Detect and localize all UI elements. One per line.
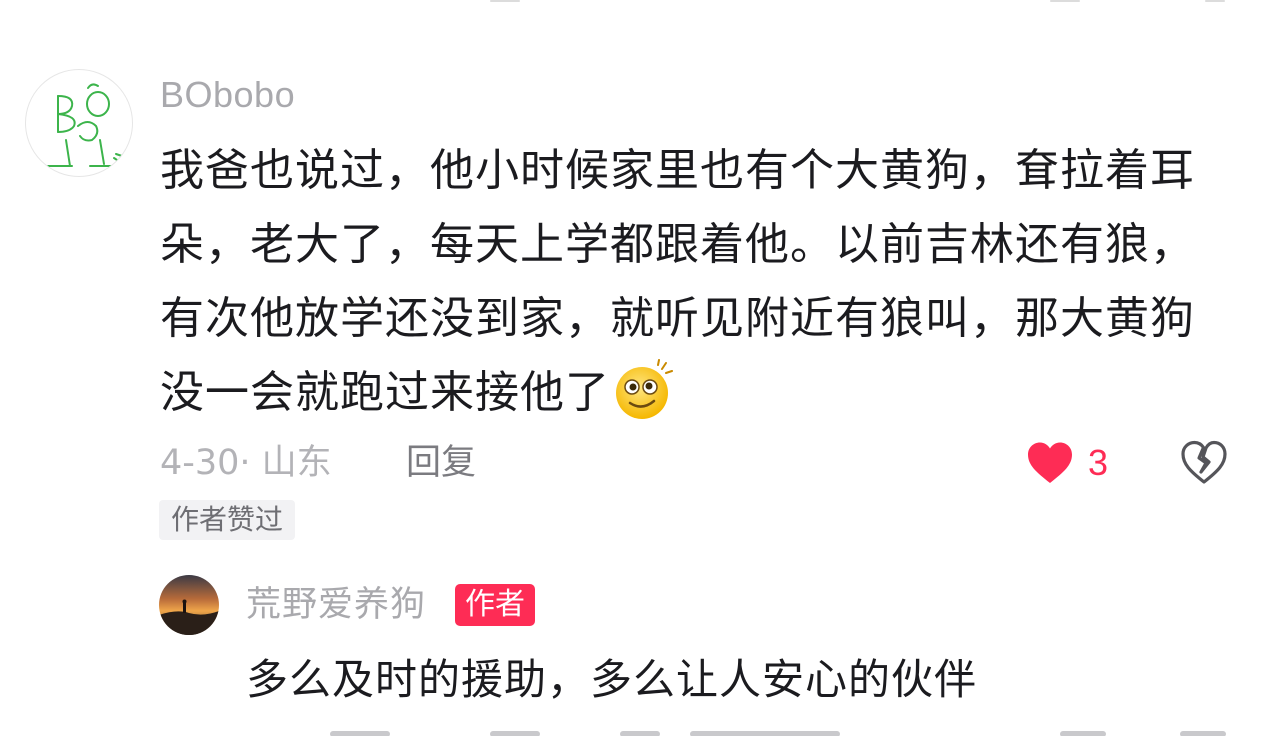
avatar-drawing [47, 83, 123, 167]
reply-text: 多么及时的援助，多么让人安心的伙伴 [246, 655, 978, 704]
reply-avatar[interactable] [159, 575, 219, 635]
next-row-cut-off [0, 728, 1280, 736]
comment-meta-row: 4-30· 山东 回复 3 [160, 440, 1240, 486]
comment-text: 我爸也说过，他小时候家里也有个大黄狗，耷拉着耳朵，老大了，每天上学都跟着他。以前… [160, 134, 1200, 444]
reply-item: 荒野爱养狗 作者 多么及时的援助，多么让人安心的伙伴 [0, 560, 1280, 736]
comment-username[interactable]: BObobo [160, 74, 295, 116]
avatar[interactable] [25, 69, 133, 177]
heart-icon [1028, 442, 1072, 483]
author-badge: 作者 [455, 584, 535, 626]
dislike-button[interactable] [1180, 440, 1228, 490]
comment-date-location: 4-30· 山东 [160, 443, 332, 483]
reply-username[interactable]: 荒野爱养狗 [246, 582, 426, 628]
reply-button[interactable]: 回复 [406, 440, 476, 486]
comment-text-content: 我爸也说过，他小时候家里也有个大黄狗，耷拉着耳朵，老大了，每天上学都跟着他。以前… [160, 145, 1195, 418]
like-count: 3 [1088, 442, 1109, 483]
comment-item: BObobo 我爸也说过，他小时候家里也有个大黄狗，耷拉着耳朵，老大了，每天上学… [0, 0, 1280, 560]
sunset-photo [159, 575, 219, 635]
author-liked-badge: 作者赞过 [159, 500, 296, 540]
woozy-face-emoji [612, 359, 674, 444]
like-button[interactable]: 3 [1026, 440, 1108, 486]
broken-heart-icon [1181, 440, 1227, 484]
